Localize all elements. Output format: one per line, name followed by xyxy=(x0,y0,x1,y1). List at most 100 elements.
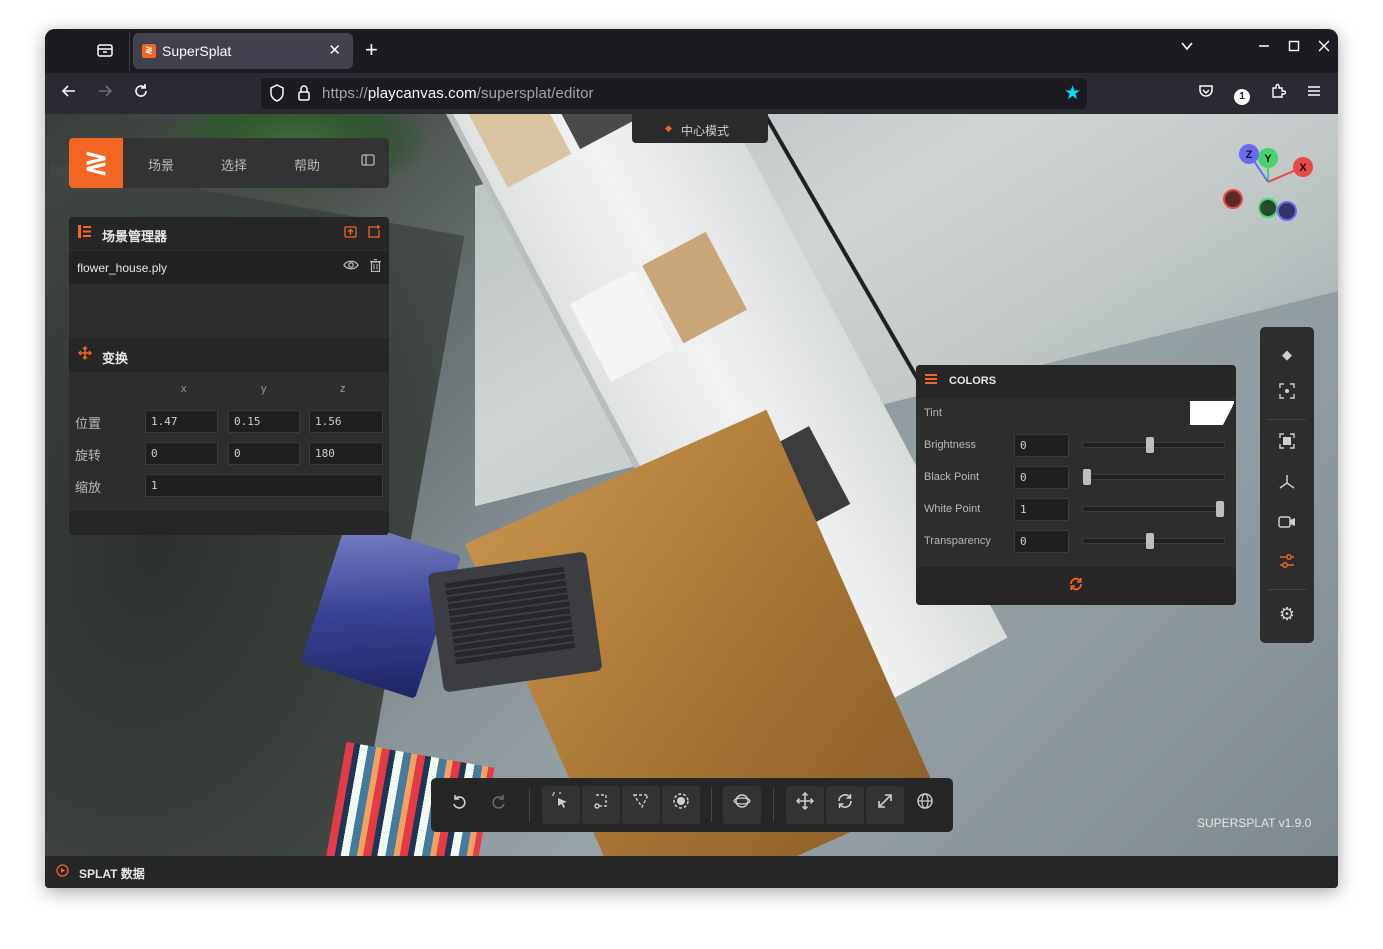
tab-separator xyxy=(129,31,130,71)
lock-icon[interactable] xyxy=(297,84,311,105)
rotation-y-input[interactable]: 0 xyxy=(228,442,300,465)
diamond-icon: ◆ xyxy=(665,123,672,133)
version-label: SUPERSPLAT v1.9.0 xyxy=(1197,816,1312,830)
menu-select[interactable]: 选择 xyxy=(221,155,247,174)
url-host: playcanvas.com xyxy=(367,85,477,102)
bounding-box-icon[interactable] xyxy=(1275,433,1299,457)
url-path: /supersplat/editor xyxy=(476,85,594,102)
color-slider-track[interactable] xyxy=(1082,501,1225,517)
scene-laptop xyxy=(427,551,603,693)
tab-supersplat[interactable]: ≷ SuperSplat ✕ xyxy=(133,33,353,69)
position-z-input[interactable]: 1.56 xyxy=(309,410,383,433)
account-icon[interactable]: 1 xyxy=(1231,82,1253,105)
close-tab-icon[interactable]: ✕ xyxy=(328,41,341,59)
new-tab-icon[interactable]: + xyxy=(365,38,378,62)
collapse-panel-icon[interactable] xyxy=(361,153,375,169)
scale-input[interactable]: 1 xyxy=(145,474,383,497)
mode-indicator[interactable]: ◆ 中心模式 xyxy=(632,114,768,143)
reload-icon[interactable] xyxy=(130,82,152,104)
splat-orbit-icon[interactable] xyxy=(723,786,761,824)
top-menu: ≷ 场景 选择 帮助 xyxy=(69,138,389,188)
undo-icon[interactable] xyxy=(440,786,478,824)
url-scheme: https:// xyxy=(322,85,368,102)
expand-play-icon[interactable] xyxy=(56,864,69,880)
toolbar-separator xyxy=(711,788,712,822)
status-bar[interactable]: SPLAT 数据 xyxy=(45,856,1338,888)
list-all-tabs-icon[interactable] xyxy=(1180,39,1194,57)
list-icon xyxy=(78,225,91,241)
color-slider-track[interactable] xyxy=(1082,469,1225,485)
menu-icon[interactable] xyxy=(1303,82,1325,104)
scene-file-name: flower_house.ply xyxy=(77,261,168,275)
tab-list-icon[interactable] xyxy=(95,41,115,61)
bookmark-star-icon[interactable]: ★ xyxy=(1064,82,1081,105)
forward-icon[interactable] xyxy=(94,82,116,104)
close-window-icon[interactable] xyxy=(1317,39,1331,57)
position-x-input[interactable]: 1.47 xyxy=(145,410,218,433)
axes-icon[interactable] xyxy=(1275,473,1299,497)
gizmo-neg-y-handle[interactable] xyxy=(1258,198,1278,218)
toolbar-separator xyxy=(773,788,774,822)
color-settings-icon[interactable] xyxy=(1275,553,1299,577)
rotate-tool-icon[interactable] xyxy=(826,786,864,824)
menu-help[interactable]: 帮助 xyxy=(294,155,320,174)
menu-lines-icon xyxy=(925,373,937,388)
position-y-input[interactable]: 0.15 xyxy=(228,410,300,433)
color-slider-thumb[interactable] xyxy=(1145,437,1154,453)
color-slider-thumb[interactable] xyxy=(1145,533,1154,549)
delete-trash-icon[interactable] xyxy=(370,258,381,275)
rotation-x-input[interactable]: 0 xyxy=(145,442,218,465)
move-tool-icon[interactable] xyxy=(786,786,824,824)
extensions-icon[interactable] xyxy=(1267,82,1289,104)
tab-bar: ≷ SuperSplat ✕ + xyxy=(45,29,1338,73)
color-slider-thumb[interactable] xyxy=(1216,501,1224,517)
new-scene-icon[interactable] xyxy=(368,225,381,241)
toolbar-separator xyxy=(529,788,530,822)
world-space-globe-icon[interactable] xyxy=(906,786,944,824)
back-icon[interactable] xyxy=(58,82,80,104)
redo-icon[interactable] xyxy=(480,786,518,824)
gizmo-neg-z-handle[interactable] xyxy=(1277,201,1297,221)
reset-icon[interactable] xyxy=(1068,576,1084,597)
pick-select-icon[interactable] xyxy=(542,786,580,824)
maximize-icon[interactable] xyxy=(1287,39,1301,57)
settings-gear-icon[interactable]: ⚙ xyxy=(1275,602,1299,626)
frame-selection-icon[interactable] xyxy=(1275,383,1299,407)
color-slider-value-input[interactable]: 0 xyxy=(1014,530,1069,553)
shield-icon[interactable] xyxy=(269,84,285,105)
import-icon[interactable] xyxy=(344,225,357,241)
minimize-icon[interactable] xyxy=(1257,39,1271,57)
scale-tool-icon[interactable] xyxy=(866,786,904,824)
lasso-select-icon[interactable] xyxy=(582,786,620,824)
diamond-tool-icon[interactable]: ◆ xyxy=(1275,343,1299,367)
color-slider-value-input[interactable]: 0 xyxy=(1014,434,1069,457)
color-slider-thumb[interactable] xyxy=(1083,469,1091,485)
color-slider-track[interactable] xyxy=(1082,533,1225,549)
color-slider-label: Black Point xyxy=(924,471,980,483)
menu-scene[interactable]: 场景 xyxy=(148,155,174,174)
axis-gizmo[interactable]: X Y Z xyxy=(1213,142,1323,232)
color-slider-track[interactable] xyxy=(1082,437,1225,453)
scene-panel-footer xyxy=(69,511,389,535)
sphere-select-icon[interactable] xyxy=(662,786,700,824)
url-bar[interactable]: https://playcanvas.com/supersplat/editor… xyxy=(261,78,1087,109)
scene-file-row[interactable]: flower_house.ply xyxy=(69,251,389,284)
camera-icon[interactable] xyxy=(1275,513,1299,537)
tint-color-picker[interactable] xyxy=(1190,401,1234,425)
gizmo-neg-x-handle[interactable] xyxy=(1223,189,1243,209)
3d-viewport[interactable]: ≷ 场景 选择 帮助 ◆ 中心模式 场景管理器 flower_house.ply… xyxy=(45,114,1338,856)
color-slider-value-input[interactable]: 0 xyxy=(1014,466,1069,489)
visibility-eye-icon[interactable] xyxy=(343,259,359,274)
transform-header: 变换 xyxy=(69,338,389,372)
color-slider-label: Brightness xyxy=(924,439,976,451)
colors-panel: COLORS Tint Brightness 0 Black Point 0 White… xyxy=(916,365,1236,605)
gizmo-z-label: Z xyxy=(1246,149,1253,161)
colors-footer xyxy=(916,567,1236,605)
url-text[interactable]: https://playcanvas.com/supersplat/editor xyxy=(322,85,594,102)
color-slider-value-input[interactable]: 1 xyxy=(1014,498,1069,521)
supersplat-logo-icon[interactable]: ≷ xyxy=(69,138,123,188)
right-toolbar: ◆ ⚙ xyxy=(1260,327,1314,643)
rotation-z-input[interactable]: 180 xyxy=(309,442,383,465)
pocket-icon[interactable] xyxy=(1195,82,1217,104)
polygon-select-icon[interactable] xyxy=(622,786,660,824)
